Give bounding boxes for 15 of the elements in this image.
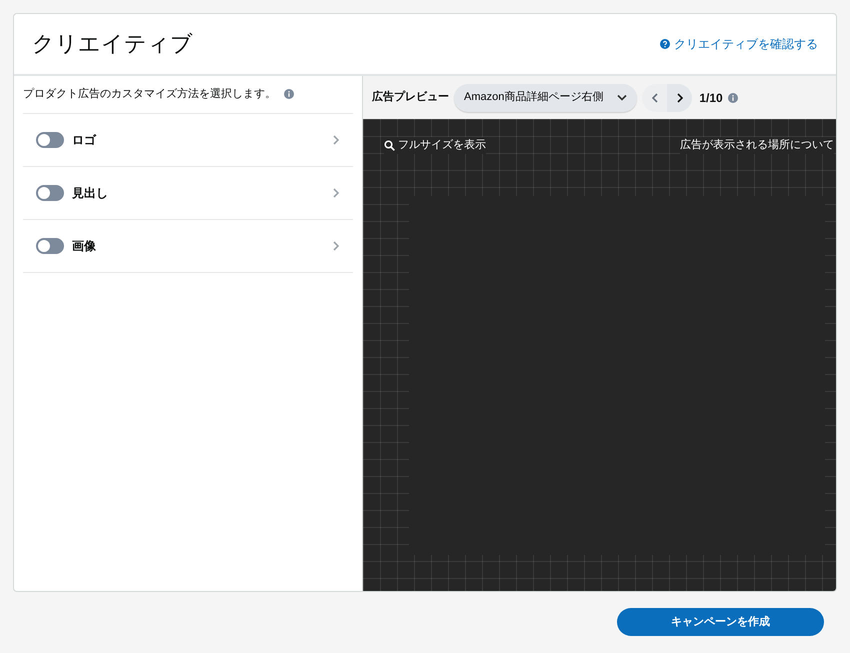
review-creative-link[interactable]: クリエイティブを確認する: [660, 35, 818, 53]
option-row[interactable]: ロゴ: [23, 114, 353, 166]
option-label: 見出し: [72, 184, 109, 202]
ad-placement-link[interactable]: 広告が表示される場所について: [680, 137, 834, 154]
section-title: クリエイティブ: [32, 30, 193, 58]
full-size-link[interactable]: フルサイズを表示: [384, 137, 486, 154]
page-counter: 1/10: [699, 90, 723, 106]
placement-dropdown[interactable]: Amazon商品詳細ページ右側: [454, 84, 638, 112]
description-text: プロダクト広告のカスタマイズ方法を選択します。: [23, 86, 276, 102]
option-label: ロゴ: [72, 132, 98, 148]
preview-label: 広告プレビュー: [372, 90, 449, 106]
create-campaign-button[interactable]: キャンペーンを作成: [617, 608, 824, 636]
option-row[interactable]: 画像: [23, 220, 353, 272]
option-label: 画像: [72, 238, 97, 254]
option-row[interactable]: 見出し: [23, 166, 353, 220]
